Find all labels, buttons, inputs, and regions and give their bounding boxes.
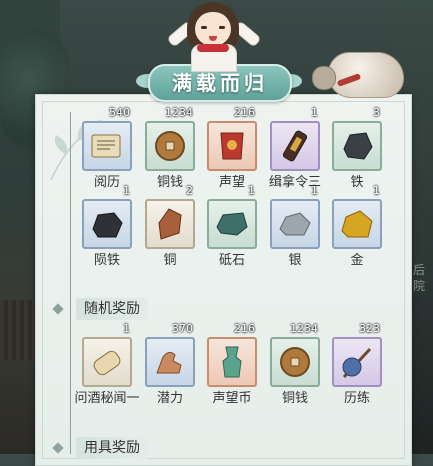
silver-ore-icon — [279, 212, 311, 236]
copper-coin-icon — [280, 347, 310, 377]
meteor-iron-icon — [92, 212, 123, 238]
item-slot — [270, 199, 320, 249]
item-count: 1 — [311, 106, 318, 119]
item-label: 历练 — [343, 391, 370, 406]
background-roof — [0, 300, 40, 360]
cheering-character-avatar — [163, 0, 263, 72]
item-label: 金 — [350, 253, 364, 268]
reward-sack-icon — [328, 52, 404, 98]
item-count: 1234 — [290, 322, 318, 335]
item-slot — [270, 121, 320, 171]
item-slot — [332, 337, 382, 387]
item-slot — [145, 199, 195, 249]
muscle-arm-icon — [156, 351, 182, 374]
item-count: 323 — [359, 322, 380, 335]
item-count: 3 — [373, 106, 380, 119]
iron-ore-icon — [343, 132, 373, 160]
item-count: 1 — [311, 184, 318, 197]
gold-ore-icon — [341, 210, 373, 238]
item-label: 铁 — [350, 175, 364, 190]
section-label: 随机奖励 — [76, 298, 148, 320]
item-slot — [207, 121, 257, 171]
item-count: 1 — [373, 184, 380, 197]
item-count: 216 — [234, 322, 255, 335]
item-slot — [332, 121, 382, 171]
copper-ore-icon — [158, 208, 182, 240]
sack-knot-icon — [312, 66, 336, 90]
item-slot — [207, 337, 257, 387]
item-slot — [82, 121, 132, 171]
section-label: 用具奖励 — [76, 437, 148, 459]
item-slot — [270, 337, 320, 387]
item-count: 1 — [123, 184, 130, 197]
item-count: 1 — [123, 322, 130, 335]
item-count: 2 — [186, 184, 193, 197]
arrest-token-icon — [282, 130, 308, 162]
background-sign-text: 后 院 — [413, 263, 426, 293]
item-count: 1 — [248, 184, 255, 197]
item-slot — [145, 337, 195, 387]
travel-bundle-icon — [342, 347, 372, 379]
item-count: 370 — [172, 322, 193, 335]
item-slot — [207, 199, 257, 249]
red-banner-icon — [220, 132, 244, 160]
item-count: 1234 — [165, 106, 193, 119]
scroll-icon — [91, 134, 121, 158]
item-slot — [332, 199, 382, 249]
item-slot — [82, 199, 132, 249]
jade-token-icon — [222, 346, 242, 378]
scroll-roll-icon — [93, 350, 121, 376]
whetstone-icon — [216, 212, 248, 236]
item-count: 540 — [109, 106, 130, 119]
item-slot — [82, 337, 132, 387]
copper-coin-icon — [155, 131, 185, 161]
item-count: 216 — [234, 106, 255, 119]
item-slot — [145, 121, 195, 171]
